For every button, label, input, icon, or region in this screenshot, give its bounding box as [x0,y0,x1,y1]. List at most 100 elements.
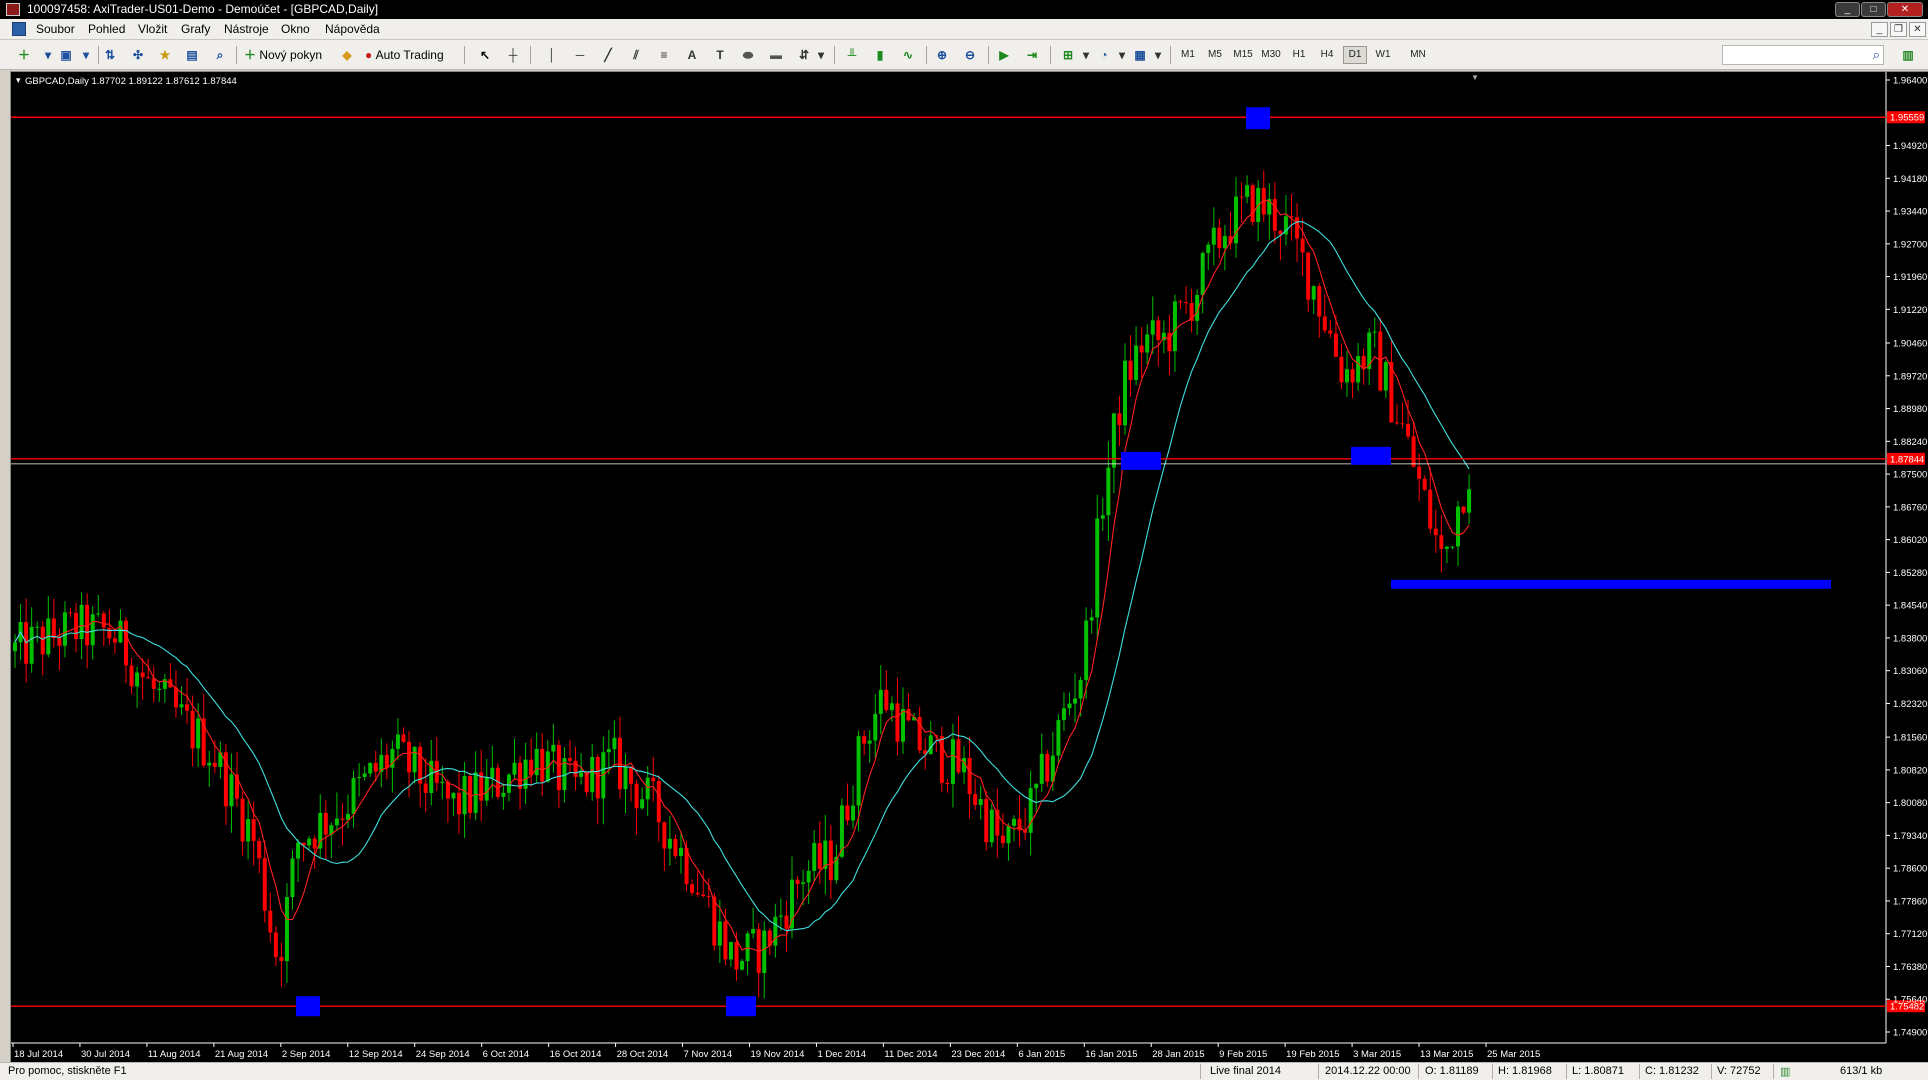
search-input[interactable]: ⌕ [1722,45,1884,65]
zone-marker[interactable] [296,996,320,1017]
menu-pohled[interactable]: Pohled [88,22,125,36]
candle-body [873,713,878,741]
time-label: 19 Feb 2015 [1286,1049,1339,1060]
cursor-icon[interactable]: ↖ [475,45,495,65]
menu-okno[interactable]: Okno [281,22,310,36]
navigator-icon[interactable]: ★ [155,45,175,65]
candle-body [1467,489,1472,513]
candle-body [656,781,661,823]
timeframe-m15-button[interactable]: M15 [1231,46,1255,64]
candle-body [1039,753,1044,784]
candle-body [989,809,994,843]
timeframe-d1-button[interactable]: D1 [1343,46,1367,64]
candle-body [173,687,178,708]
menu-vlozit[interactable]: Vložit [138,22,167,36]
autoscroll-icon[interactable]: ▶ [994,45,1014,65]
timeframe-m30-button[interactable]: M30 [1259,46,1283,64]
zone-marker[interactable] [1246,107,1270,130]
dropdown-arrow-icon[interactable]: ▾ [76,45,96,65]
candle-body [146,677,151,679]
rectangle-icon[interactable]: ▬ [766,45,786,65]
candle-body [862,736,867,744]
price-label: 1.83800 [1893,633,1927,644]
fibonacci-icon[interactable]: ≡ [654,45,674,65]
candle-body [1322,316,1327,331]
dropdown-arrow-icon[interactable]: ▾ [1148,45,1168,65]
timeframe-m1-button[interactable]: M1 [1176,46,1200,64]
auto-trading-label: Auto Trading [375,48,444,62]
candle-body [884,689,889,711]
horizontal-line-icon[interactable]: ─ [570,45,590,65]
candle-body [196,718,201,749]
new-order-button[interactable]: ＋ Nový pokyn [244,45,322,65]
candle-body [373,762,378,772]
status-traffic: 613/1 kb [1840,1065,1883,1077]
chart-header-arrow: ▾ [16,75,21,85]
text-label-icon[interactable]: T [710,45,730,65]
equidistant-channel-icon[interactable]: ⫽ [626,45,646,65]
crosshair-icon[interactable]: ┼ [503,45,523,65]
candle-body [1306,252,1311,300]
menu-napoveda[interactable]: Nápověda [325,22,380,36]
trendline-icon[interactable]: ╱ [598,45,618,65]
candle-body [590,756,595,793]
menu-soubor[interactable]: Soubor [36,22,75,36]
shift-marker-icon[interactable]: ▼ [1471,73,1479,82]
zoom-in-icon[interactable]: ⊕ [932,45,952,65]
candle-body [623,766,628,790]
candle-body [1456,506,1460,547]
templates-icon[interactable]: ▦ [1130,45,1150,65]
price-chart[interactable]: 1.955591.878441.75482 1.964001.949201.94… [11,72,1928,1062]
terminal-icon[interactable]: ▤ [182,45,202,65]
zoom-out-icon[interactable]: ⊖ [960,45,980,65]
profiles-icon[interactable]: ▣ [56,45,76,65]
auto-trading-button[interactable]: ● Auto Trading [365,45,444,65]
child-restore-button[interactable]: ❐ [1890,22,1907,37]
metaeditor-icon[interactable]: ◆ [337,45,357,65]
time-label: 7 Nov 2014 [684,1049,733,1060]
search-icon[interactable]: ⌕ [1873,47,1880,63]
timeframe-mn-button[interactable]: MN [1406,46,1430,64]
new-chart-icon[interactable]: ＋ [14,45,34,65]
chart-shift-icon[interactable]: ⇥ [1022,45,1042,65]
text-icon[interactable]: A [682,45,702,65]
market-watch-icon[interactable]: ⇅ [100,45,120,65]
line-chart-icon[interactable]: ∿ [898,45,918,65]
candle-body [1078,679,1083,699]
candle-body [118,620,123,643]
target-zone-bar[interactable] [1391,579,1831,589]
data-window-icon[interactable]: ✣ [128,45,148,65]
signal-icon[interactable]: ▥ [1898,45,1918,65]
bar-chart-icon[interactable]: ╨ [842,45,862,65]
strategy-tester-icon[interactable]: ⌕ [210,45,230,65]
menu-grafy[interactable]: Grafy [181,22,210,36]
timeframe-m5-button[interactable]: M5 [1203,46,1227,64]
periods-icon[interactable]: ◔ [1094,45,1114,65]
zone-marker[interactable] [726,996,756,1017]
dropdown-arrow-icon[interactable]: ▾ [38,45,58,65]
candlestick-icon[interactable]: ▮ [870,45,890,65]
dropdown-arrow-icon[interactable]: ▾ [1112,45,1132,65]
candle-body [950,739,955,784]
child-minimize-button[interactable]: _ [1871,22,1888,37]
menu-nastroje[interactable]: Nástroje [224,22,269,36]
ellipse-icon[interactable]: ⬬ [738,45,758,65]
indicators-icon[interactable]: ⊞ [1058,45,1078,65]
dropdown-arrow-icon[interactable]: ▾ [811,45,831,65]
minimize-button[interactable]: _ [1835,2,1860,17]
close-button[interactable]: ✕ [1887,2,1923,17]
timeframe-w1-button[interactable]: W1 [1371,46,1395,64]
timeframe-h1-button[interactable]: H1 [1287,46,1311,64]
zone-marker[interactable] [1121,451,1161,470]
zone-marker[interactable] [1351,446,1391,465]
candle-body [828,840,833,881]
chart-window[interactable]: 1.95559 1.87844 1.75482 1.96400 1.94920 1.94… [10,71,1928,1062]
vertical-line-icon[interactable]: │ [542,45,562,65]
child-close-button[interactable]: ✕ [1909,22,1926,37]
maximize-button[interactable]: □ [1861,2,1886,17]
timeframe-h4-button[interactable]: H4 [1315,46,1339,64]
candle-body [185,704,190,711]
dropdown-arrow-icon[interactable]: ▾ [1076,45,1096,65]
candle-body [878,689,883,714]
candle-body [901,709,905,742]
